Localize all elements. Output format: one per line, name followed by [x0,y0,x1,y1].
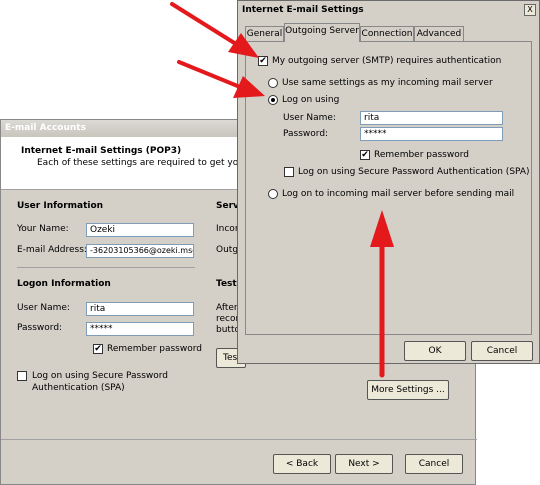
tab-outgoing-server[interactable]: Outgoing Server [284,23,360,42]
arrow-from-more-settings [370,210,394,378]
annotation-arrows [170,2,394,378]
arrow-to-smtp-checkbox [170,2,259,58]
arrow-to-logon-radio [177,60,265,98]
